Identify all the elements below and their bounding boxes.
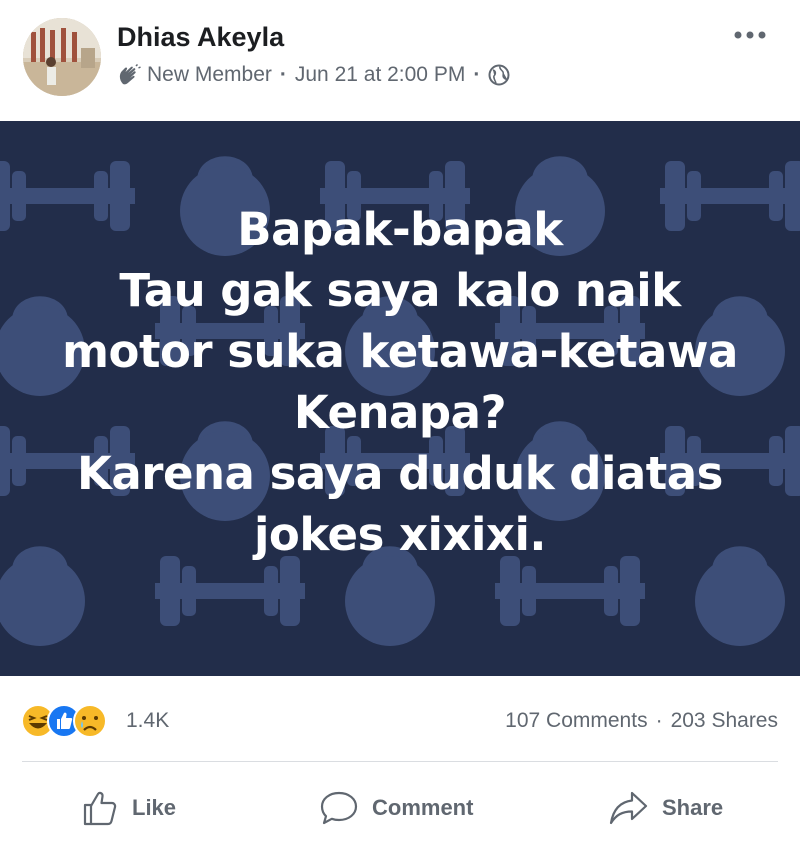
share-label: Share xyxy=(662,795,724,820)
post-image[interactable]: Bapak-bapak Tau gak saya kalo naik motor… xyxy=(0,121,800,676)
separator-dot: · xyxy=(473,63,481,86)
thumbs-up-icon xyxy=(83,791,117,826)
comment-label: Comment xyxy=(372,795,474,820)
member-badge[interactable]: New Member xyxy=(147,63,272,87)
reaction-count[interactable]: 1.4K xyxy=(126,709,169,733)
joke-line: motor suka ketawa-ketawa xyxy=(62,325,738,378)
comment-button[interactable]: Comment xyxy=(318,783,473,833)
post-stats: 1.4K 107 Comments · 203 Shares xyxy=(0,690,800,750)
joke-line: Tau gak saya kalo naik xyxy=(119,264,681,317)
joke-text: Bapak-bapak Tau gak saya kalo naik motor… xyxy=(0,199,800,565)
shares-count[interactable]: 203 Shares xyxy=(671,709,778,733)
share-button[interactable]: Share xyxy=(608,783,723,833)
post-actions: Like Comment Share xyxy=(0,775,800,840)
post-header: Dhias Akeyla New Member · Jun 21 at 2:00… xyxy=(0,0,800,120)
reaction-icons[interactable] xyxy=(21,704,107,743)
comments-count[interactable]: 107 Comments xyxy=(505,709,647,733)
joke-line: jokes xixixi. xyxy=(254,508,546,561)
new-member-icon xyxy=(117,64,141,86)
post-meta: New Member · Jun 21 at 2:00 PM · xyxy=(117,60,510,90)
like-button[interactable]: Like xyxy=(80,783,176,833)
like-label: Like xyxy=(132,795,177,820)
comment-icon xyxy=(320,791,358,825)
separator-dot: · xyxy=(279,63,287,86)
post-timestamp[interactable]: Jun 21 at 2:00 PM xyxy=(295,63,465,87)
divider xyxy=(22,761,778,762)
joke-line: Karena saya duduk diatas xyxy=(77,447,723,500)
more-options-icon[interactable] xyxy=(733,28,767,40)
globe-icon[interactable] xyxy=(488,64,510,86)
share-arrow-icon xyxy=(609,791,648,825)
author-avatar[interactable] xyxy=(23,18,101,96)
separator-dot: · xyxy=(655,709,663,732)
joke-line: Kenapa? xyxy=(293,386,507,439)
engagement-counts: 107 Comments · 203 Shares xyxy=(505,709,778,733)
author-name[interactable]: Dhias Akeyla xyxy=(117,22,284,53)
sad-reaction-icon xyxy=(73,704,107,743)
joke-line: Bapak-bapak xyxy=(237,203,563,256)
